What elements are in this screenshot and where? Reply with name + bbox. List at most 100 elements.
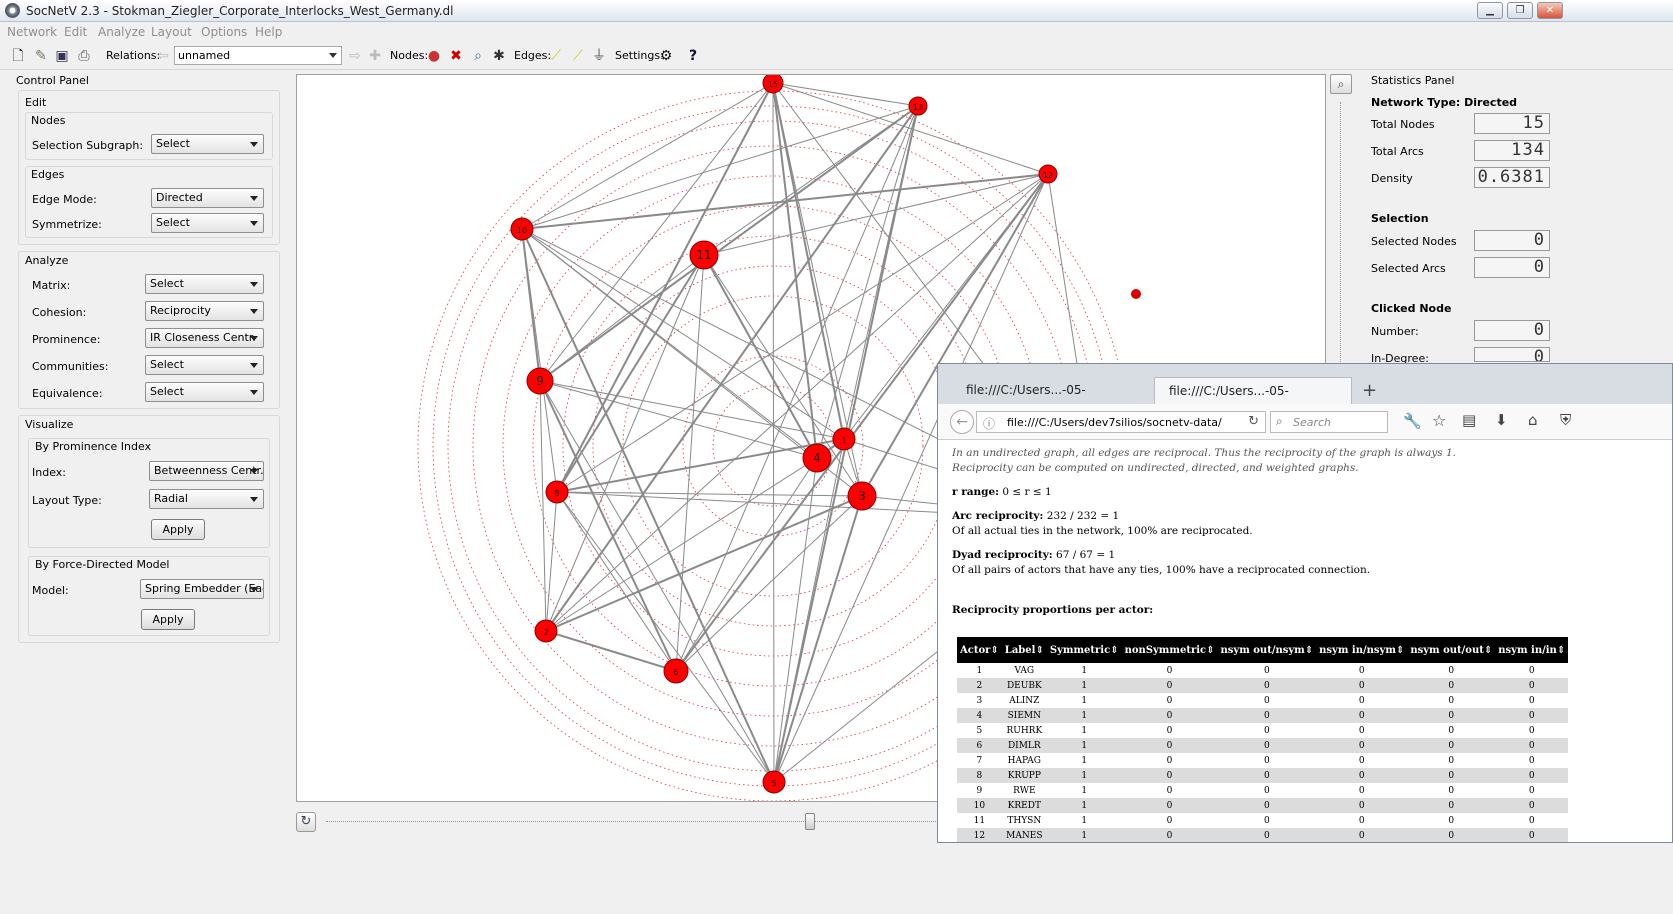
restore-button[interactable]: ❐ bbox=[1507, 2, 1533, 19]
filter-edges-icon[interactable]: ⏚ bbox=[590, 47, 608, 65]
index-select[interactable]: Betweenness Centr. bbox=[149, 461, 264, 481]
column-header[interactable]: nsym in/nsym⇕ bbox=[1316, 637, 1408, 663]
graph-edge[interactable] bbox=[703, 254, 818, 459]
graph-edge[interactable] bbox=[556, 491, 775, 783]
relation-combo[interactable]: unnamed bbox=[174, 46, 342, 65]
add-edge-icon[interactable]: ⟋ bbox=[547, 47, 565, 65]
graph-edge[interactable] bbox=[816, 105, 919, 459]
column-header[interactable]: Symmetric⇕ bbox=[1046, 637, 1122, 663]
save-icon[interactable]: ▣ bbox=[53, 47, 71, 65]
back-arrow-icon[interactable]: ← bbox=[950, 410, 974, 434]
info-icon[interactable]: ⓘ bbox=[983, 415, 995, 432]
menu-help[interactable]: Help bbox=[255, 25, 282, 39]
graph-edge[interactable] bbox=[772, 82, 775, 783]
graph-node[interactable]: 5 bbox=[762, 770, 786, 794]
url-bar[interactable]: ⓘ file:///C:/Users/dev7silios/socnetv-da… bbox=[976, 411, 1266, 433]
column-header[interactable]: nsym in/in⇕ bbox=[1495, 637, 1569, 663]
graph-edge[interactable] bbox=[772, 82, 1049, 175]
selection-subgraph-select[interactable]: Select bbox=[151, 134, 264, 154]
model-select[interactable]: Spring Embedder (Eade bbox=[140, 579, 264, 599]
graph-edge[interactable] bbox=[556, 82, 774, 493]
graph-edge[interactable] bbox=[675, 254, 705, 672]
rotate-slider-handle[interactable] bbox=[805, 813, 815, 830]
zoom-in-icon[interactable]: ⌕ bbox=[1330, 74, 1352, 94]
equivalence-select[interactable]: Select bbox=[145, 382, 264, 402]
remove-node-icon[interactable]: ✖ bbox=[447, 47, 465, 65]
graph-node[interactable]: 12 bbox=[1038, 164, 1058, 184]
graph-node[interactable]: 1 bbox=[832, 427, 856, 451]
edge-mode-select[interactable]: Directed bbox=[151, 188, 264, 208]
graph-edge[interactable] bbox=[556, 254, 705, 493]
wrench-icon[interactable]: 🔧 bbox=[1403, 412, 1422, 430]
home-icon[interactable]: ⌂ bbox=[1528, 411, 1538, 429]
apply-prominence-button[interactable]: Apply bbox=[151, 519, 205, 540]
graph-node[interactable]: 9 bbox=[526, 367, 554, 395]
zoom-slider-track[interactable] bbox=[1340, 102, 1342, 362]
column-header[interactable]: nsym out/nsym⇕ bbox=[1217, 637, 1317, 663]
cohesion-select[interactable]: Reciprocity bbox=[145, 301, 264, 321]
print-icon[interactable]: ⎙ bbox=[75, 47, 93, 65]
graph-edge[interactable] bbox=[539, 380, 677, 672]
previous-relation-icon[interactable]: ⇦ bbox=[154, 47, 172, 65]
graph-edge[interactable] bbox=[556, 491, 677, 672]
menu-options[interactable]: Options bbox=[201, 25, 247, 39]
graph-node[interactable]: 6 bbox=[663, 658, 689, 684]
menu-analyze[interactable]: Analyze bbox=[98, 25, 145, 39]
new-file-icon[interactable]: 🗋 bbox=[9, 47, 27, 65]
prominence-select[interactable]: IR Closeness Centr. bbox=[145, 328, 264, 348]
minimize-button[interactable]: ▁ bbox=[1477, 2, 1503, 19]
graph-node[interactable]: 11 bbox=[689, 240, 719, 270]
new-tab-icon[interactable]: + bbox=[1362, 380, 1377, 401]
download-icon[interactable]: ⬇ bbox=[1495, 411, 1508, 429]
bookmark-star-icon[interactable]: ☆ bbox=[1432, 411, 1446, 430]
clipboard-icon[interactable]: ▤ bbox=[1462, 411, 1476, 429]
reload-icon[interactable]: ↻ bbox=[1248, 414, 1259, 429]
open-file-icon[interactable]: ✎ bbox=[32, 47, 50, 65]
graph-node[interactable]: 10 bbox=[510, 217, 534, 241]
column-header[interactable]: nsym out/out⇕ bbox=[1407, 637, 1496, 663]
graph-edge[interactable] bbox=[772, 82, 919, 107]
graph-edge[interactable] bbox=[545, 457, 818, 632]
graph-node[interactable]: 4 bbox=[802, 443, 832, 473]
next-relation-icon[interactable]: ⇨ bbox=[346, 47, 364, 65]
graph-edge[interactable] bbox=[539, 82, 774, 382]
graph-edge[interactable] bbox=[773, 495, 863, 783]
remove-edge-icon[interactable]: ⟋ bbox=[569, 47, 587, 65]
browser-tab-2[interactable]: file:///C:/Users...-05-131243.html ✕ bbox=[1154, 377, 1352, 425]
graph-edge[interactable] bbox=[521, 228, 818, 459]
find-node-icon[interactable]: ⌕ bbox=[469, 47, 487, 65]
whats-this-help-icon[interactable]: ? bbox=[684, 47, 702, 65]
menu-network[interactable]: Network bbox=[7, 25, 57, 39]
search-input[interactable]: ⌕ Search bbox=[1270, 411, 1388, 433]
graph-edge[interactable] bbox=[521, 105, 919, 230]
shield-icon[interactable]: ⛨ bbox=[1560, 411, 1571, 429]
close-button[interactable]: ✕ bbox=[1537, 2, 1563, 19]
graph-edge[interactable] bbox=[545, 630, 677, 672]
graph-edge[interactable] bbox=[539, 380, 547, 632]
column-header[interactable]: Label⇕ bbox=[1001, 637, 1047, 663]
graph-edge[interactable] bbox=[521, 228, 541, 382]
menu-edit[interactable]: Edit bbox=[64, 25, 87, 39]
column-header[interactable]: Actor⇕ bbox=[957, 637, 1002, 663]
column-header[interactable]: nonSymmetric⇕ bbox=[1121, 637, 1218, 663]
add-relation-icon[interactable]: ✚ bbox=[366, 47, 384, 65]
browser-tab-1[interactable]: file:///C:/Users...-05-131044.html ✕ bbox=[952, 377, 1152, 424]
graph-edge[interactable] bbox=[539, 380, 775, 783]
graph-node[interactable]: 3 bbox=[847, 481, 877, 511]
symmetrize-select[interactable]: Select bbox=[151, 213, 264, 233]
graph-node[interactable]: 15 bbox=[762, 75, 784, 94]
graph-edge[interactable] bbox=[545, 491, 558, 632]
apply-force-button[interactable]: Apply bbox=[141, 609, 195, 630]
matrix-select[interactable]: Select bbox=[145, 274, 264, 294]
layout-type-select[interactable]: Radial bbox=[149, 489, 264, 509]
add-node-icon[interactable]: ● bbox=[425, 47, 443, 65]
menu-layout[interactable]: Layout bbox=[151, 25, 192, 39]
graph-node[interactable]: 8 bbox=[545, 480, 569, 504]
node-properties-icon[interactable]: ✱ bbox=[490, 47, 508, 65]
communities-select[interactable]: Select bbox=[145, 355, 264, 375]
settings-gear-icon[interactable]: ⚙ bbox=[657, 47, 675, 65]
rotate-icon[interactable]: ↻ bbox=[296, 812, 316, 832]
graph-edge[interactable] bbox=[675, 457, 818, 672]
isolated-node[interactable] bbox=[1131, 289, 1141, 299]
graph-node[interactable]: 13 bbox=[908, 96, 928, 116]
